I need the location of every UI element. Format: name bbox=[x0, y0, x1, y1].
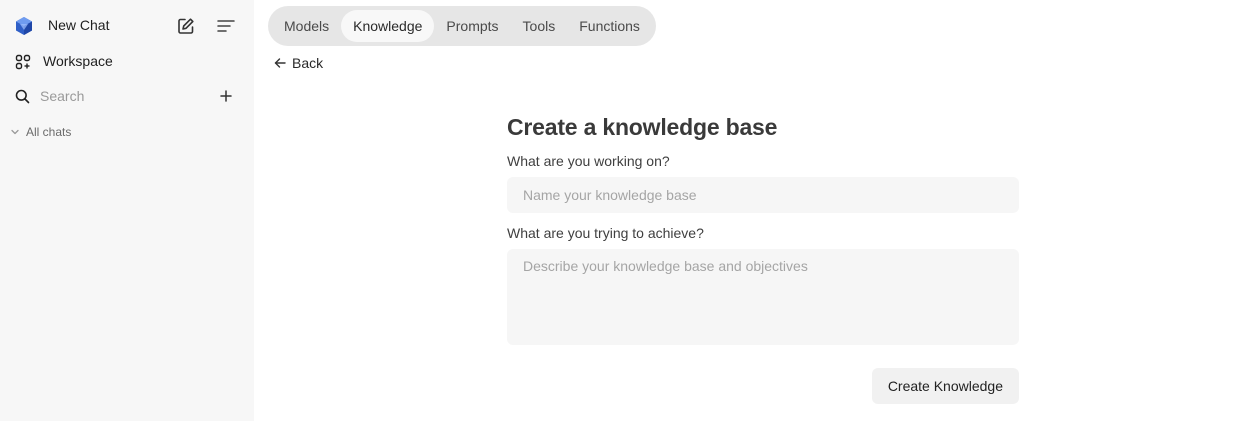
app-logo-icon[interactable] bbox=[14, 16, 34, 36]
back-button[interactable]: Back bbox=[274, 55, 323, 71]
new-chat-button[interactable] bbox=[174, 14, 198, 38]
name-field-label: What are you working on? bbox=[507, 153, 670, 169]
new-chat-label[interactable]: New Chat bbox=[48, 17, 109, 33]
page-title: Create a knowledge base bbox=[507, 114, 778, 140]
tab-knowledge[interactable]: Knowledge bbox=[341, 10, 435, 42]
sidebar-menu-button[interactable] bbox=[214, 14, 238, 38]
workspace-tabs: Models Knowledge Prompts Tools Functions bbox=[268, 6, 656, 46]
main-content: Models Knowledge Prompts Tools Functions… bbox=[254, 0, 1239, 421]
description-field-label: What are you trying to achieve? bbox=[507, 225, 704, 241]
search-input[interactable] bbox=[40, 85, 200, 107]
tab-tools[interactable]: Tools bbox=[511, 10, 568, 42]
chevron-down-icon bbox=[11, 129, 19, 135]
edit-icon bbox=[178, 18, 194, 34]
tab-prompts[interactable]: Prompts bbox=[434, 10, 510, 42]
workspace-icon bbox=[15, 54, 31, 70]
arrow-left-icon bbox=[274, 58, 286, 68]
sidebar-item-workspace[interactable]: Workspace bbox=[43, 53, 113, 69]
tab-models[interactable]: Models bbox=[272, 10, 341, 42]
plus-icon bbox=[220, 90, 232, 102]
knowledge-name-input[interactable] bbox=[507, 177, 1019, 213]
all-chats-label: All chats bbox=[26, 125, 72, 139]
knowledge-description-input[interactable] bbox=[507, 249, 1019, 345]
search-icon bbox=[15, 89, 30, 104]
create-knowledge-form: Create a knowledge base What are you wor… bbox=[507, 114, 1019, 404]
back-label: Back bbox=[292, 55, 324, 71]
add-button[interactable] bbox=[214, 84, 238, 108]
sidebar: New Chat Workspace Search All chats bbox=[0, 0, 254, 421]
app-root: New Chat Workspace Search All chats Mode… bbox=[0, 0, 1239, 421]
tab-functions[interactable]: Functions bbox=[567, 10, 652, 42]
create-knowledge-button[interactable]: Create Knowledge bbox=[871, 368, 1019, 404]
all-chats-toggle[interactable]: All chats bbox=[10, 125, 71, 139]
menu-lines-icon bbox=[217, 20, 235, 32]
